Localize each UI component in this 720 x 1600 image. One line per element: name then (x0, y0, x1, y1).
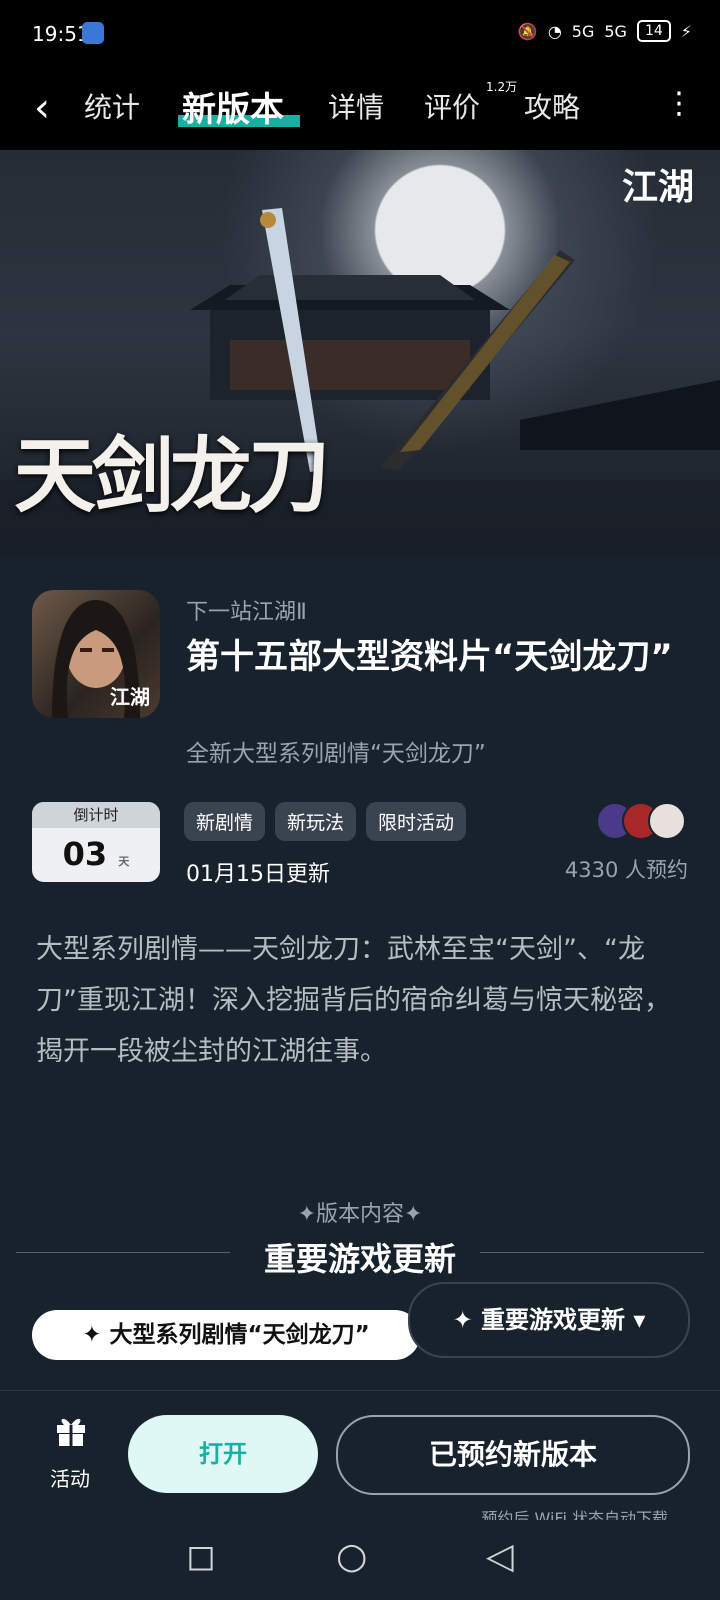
tag-limited-event: 限时活动 (366, 802, 467, 841)
countdown-days: 03 (62, 835, 108, 873)
bottom-action-bar: 活动 打开 已预约新版本 预约后 WiFi 状态自动下载 (0, 1390, 720, 1528)
version-description: 全新大型系列剧情“天剑龙刀” (186, 741, 486, 767)
tab-new-version[interactable]: 新版本 (182, 82, 284, 131)
content-chip-story[interactable]: ✦ 大型系列剧情“天剑龙刀” (32, 1310, 420, 1360)
top-navigation: ‹ 统计 新版本 详情 评价 1.2万 攻略 ⋮ (0, 70, 720, 150)
open-button[interactable]: 打开 (128, 1415, 318, 1493)
tab-reviews[interactable]: 评价 (424, 86, 480, 126)
mute-icon: 🔕 (517, 21, 538, 41)
status-bar: 19:51 🔕 ◔ 5G 5G 14 ⚡ (0, 0, 720, 70)
charging-icon: ⚡ (680, 21, 692, 41)
avatar (648, 802, 686, 840)
tag-new-gameplay: 新玩法 (275, 802, 357, 841)
update-date: 01月15日更新 (186, 862, 330, 887)
banner-title: 天剑龙刀 (14, 428, 330, 524)
game-app-icon[interactable]: 江湖 (32, 590, 160, 718)
more-options-icon[interactable]: ⋮ (664, 86, 694, 121)
home-circle-icon[interactable]: ○ (336, 1536, 367, 1577)
signal-2-label: 5G (604, 21, 627, 41)
tab-details[interactable]: 详情 (328, 86, 384, 126)
tab-stats[interactable]: 统计 (84, 86, 140, 126)
section-label: ✦版本内容✦ (297, 1202, 423, 1227)
countdown-label: 倒计时 (32, 802, 160, 828)
version-banner[interactable]: 江湖 天剑龙刀 (0, 150, 720, 558)
back-triangle-icon[interactable]: ◁ (486, 1536, 514, 1577)
tag-new-story: 新剧情 (184, 802, 266, 841)
content-category-dropdown[interactable]: ✦ 重要游戏更新 ▾ (408, 1282, 690, 1358)
countdown-card: 倒计时 03 天 (32, 802, 160, 882)
wifi-icon: ◔ (547, 21, 562, 41)
system-navigation-bar: ◻ ○ ◁ (0, 1520, 720, 1600)
countdown-value-row: 03 天 (32, 828, 160, 882)
gift-icon[interactable] (54, 1413, 88, 1447)
review-count-badge: 1.2万 (486, 80, 518, 94)
version-tags: 新剧情 新玩法 限时活动 (184, 802, 467, 841)
version-title: 第十五部大型资料片“天剑龙刀” (186, 637, 673, 677)
tab-guides[interactable]: 攻略 (524, 86, 580, 126)
status-time: 19:51 (32, 22, 90, 46)
game-icon-logo-text: 江湖 (110, 685, 150, 709)
reserver-avatars (596, 802, 688, 840)
game-name: 下一站江湖Ⅱ (186, 600, 307, 625)
app-notification-icon (82, 22, 104, 44)
version-intro-text: 大型系列剧情——天剑龙刀：武林至宝“天剑”、“龙刀”重现江湖！深入挖掘背后的宿命… (36, 934, 671, 1067)
reserved-version-button[interactable]: 已预约新版本 (336, 1415, 690, 1495)
reservation-count: 4330 人预约 (564, 858, 688, 882)
countdown-unit: 天 (118, 855, 130, 868)
battery-icon: 14 (636, 20, 671, 42)
status-icons: 🔕 ◔ 5G 5G 14 ⚡ (518, 20, 692, 42)
back-arrow-icon[interactable]: ‹ (34, 88, 50, 128)
activity-label[interactable]: 活动 (50, 1463, 90, 1492)
recents-square-icon[interactable]: ◻ (186, 1536, 216, 1577)
banner-game-logo: 江湖 (621, 166, 694, 208)
signal-1-label: 5G (571, 21, 595, 41)
section-title: 重要游戏更新 (263, 1240, 456, 1278)
